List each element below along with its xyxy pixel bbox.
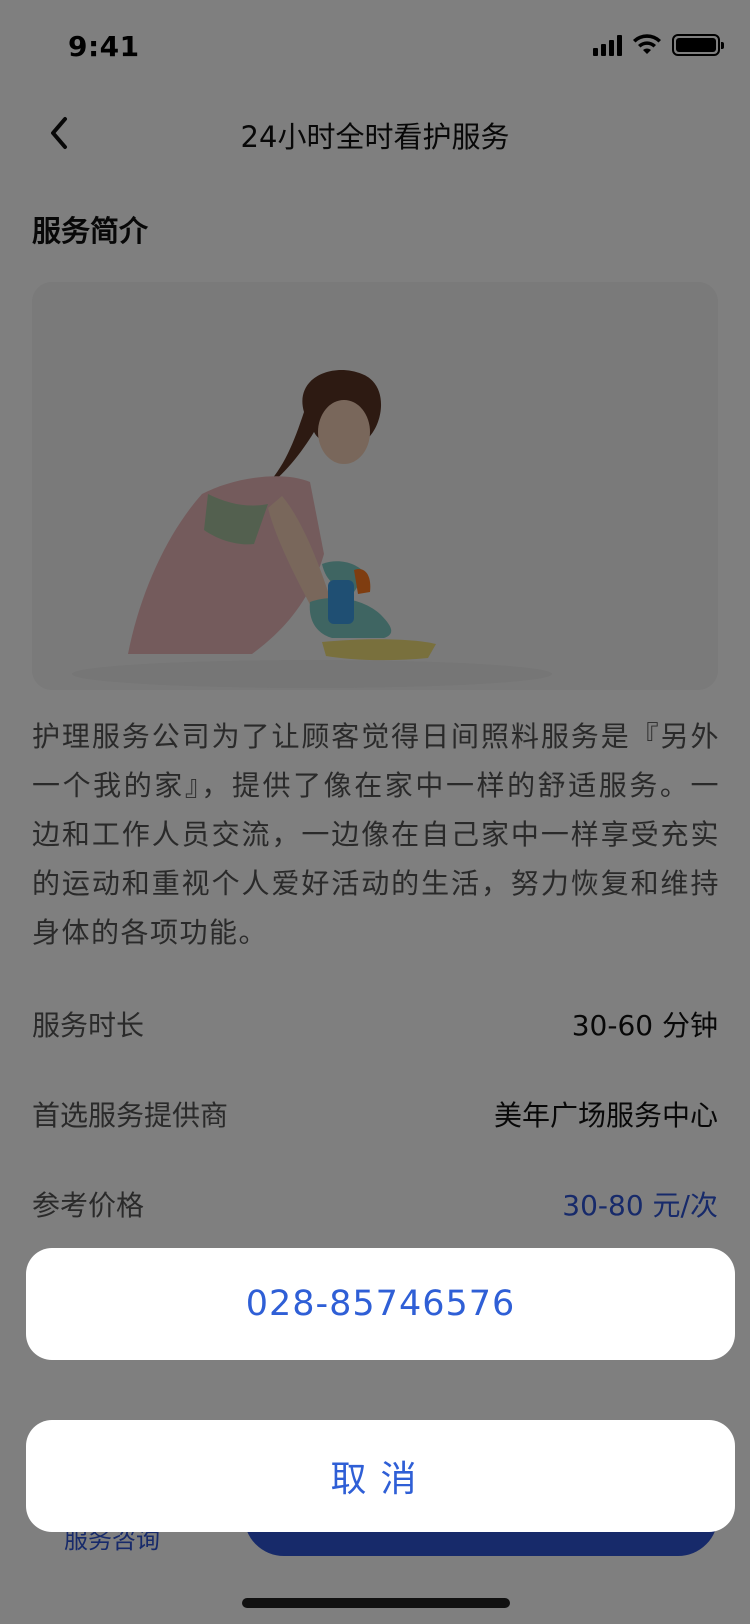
call-phone-button[interactable]: 028-85746576: [26, 1248, 735, 1360]
cancel-button[interactable]: 取消: [26, 1420, 735, 1532]
service-detail-screen: 9:41 24小时全时看护服务 服务简介: [0, 0, 750, 1624]
modal-overlay[interactable]: [0, 0, 750, 1624]
home-indicator: [242, 1598, 510, 1608]
